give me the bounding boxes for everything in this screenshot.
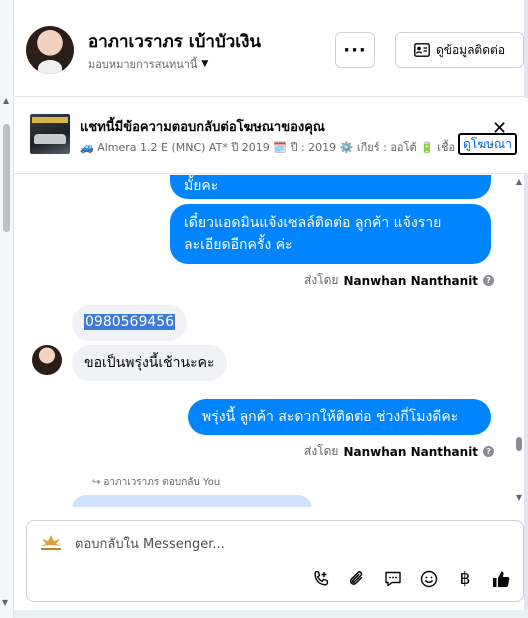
emoji-icon[interactable] [417, 567, 441, 591]
scrollbar-thumb[interactable] [3, 124, 10, 232]
scroll-up-arrow-icon[interactable]: ▲ [3, 96, 9, 105]
help-icon[interactable]: ? [483, 446, 495, 457]
call-icon[interactable] [309, 567, 333, 591]
incoming-message[interactable]: ขอเป็นพรุ่งนี้เช้านะคะ [72, 345, 227, 381]
scroll-down-arrow-icon[interactable]: ▼ [516, 493, 522, 502]
ad-thumbnail[interactable] [30, 114, 70, 154]
ad-banner-title: แชทนี้มีข้อความตอบกลับต่อโฆษณาของคุณ [80, 120, 325, 135]
sent-by-prefix: ส่งโดย [304, 273, 339, 287]
reply-arrow-icon: ↪ [92, 477, 101, 488]
more-options-button[interactable]: ··· [335, 32, 375, 68]
message-thread[interactable]: มั้ยคะ เดี๋ยวแอดมินแจ้งเซลล์ติดต่อ ลูกค้… [14, 175, 524, 507]
avatar[interactable] [26, 26, 74, 74]
ad-banner-subtitle: 🚙 Almera 1.2 E (MNC) AT* ปี 2019 🗓️ ปี :… [80, 141, 456, 154]
replied-message-preview[interactable] [72, 495, 312, 507]
composer-toolbar: ฿ [309, 567, 513, 591]
assign-label: มอบหมายการสนทนานี้ [88, 58, 198, 71]
incoming-message[interactable]: 0980569456 [72, 305, 188, 341]
close-icon[interactable]: ✕ [492, 120, 507, 138]
reply-composer: ฿ [26, 520, 524, 602]
avatar[interactable] [32, 345, 62, 375]
attachment-icon[interactable] [345, 567, 369, 591]
bottom-strip [14, 610, 528, 618]
sender-name: Nanwhan Nanthanit [343, 273, 479, 288]
reply-input[interactable] [75, 534, 495, 554]
scroll-up-arrow-icon[interactable]: ▲ [516, 177, 522, 186]
ad-reply-banner: แชทนี้มีข้อความตอบกลับต่อโฆษณาของคุณ 🚙 A… [14, 98, 528, 174]
scrollbar-thumb[interactable] [516, 437, 522, 451]
sender-name: Nanwhan Nanthanit [343, 444, 479, 459]
view-ad-button[interactable]: ดูโฆษณา [458, 133, 517, 155]
view-contact-label: ดูข้อมูลติดต่อ [435, 42, 506, 57]
help-icon[interactable]: ? [483, 275, 495, 286]
payment-baht-icon[interactable]: ฿ [453, 567, 477, 591]
scroll-down-arrow-icon[interactable]: ▼ [2, 598, 8, 607]
assign-conversation-dropdown[interactable]: มอบหมายการสนทนานี้ ▼ [88, 55, 208, 73]
saved-replies-icon[interactable] [381, 567, 405, 591]
page-logo-icon [40, 535, 62, 550]
contact-card-icon [414, 43, 430, 57]
sent-by-label: ส่งโดย Nanwhan Nanthanit ? [304, 271, 495, 290]
outgoing-message[interactable]: พรุ่งนี้ ลูกค้า สะดวกให้ติดต่อ ช่วงกี่โม… [188, 399, 491, 435]
outgoing-message[interactable]: เดี๋ยวแอดมินแจ้งเซลล์ติดต่อ ลูกค้า แจ้งร… [170, 204, 491, 264]
left-scrollbar[interactable]: ▲ ▼ [0, 0, 14, 618]
caret-down-icon: ▼ [201, 59, 209, 69]
contact-name[interactable]: อาภาเวราภร เบ้าบัวเงิน [88, 28, 261, 55]
sent-by-prefix: ส่งโดย [304, 444, 339, 458]
view-contact-button[interactable]: ดูข้อมูลติดต่อ [395, 32, 524, 68]
reply-meta-text: อาภาเวราภร ตอบกลับ You [103, 477, 221, 488]
outgoing-message[interactable]: มั้ยคะ [170, 175, 491, 199]
reply-indicator: ↪ อาภาเวราภร ตอบกลับ You [92, 475, 220, 490]
like-icon[interactable] [489, 567, 513, 591]
conversation-header: อาภาเวราภร เบ้าบัวเงิน มอบหมายการสนทนานี… [14, 0, 528, 97]
sent-by-label: ส่งโดย Nanwhan Nanthanit ? [304, 442, 495, 461]
thread-scrollbar[interactable]: ▲ ▼ [514, 175, 524, 507]
phone-number[interactable]: 0980569456 [84, 314, 176, 330]
